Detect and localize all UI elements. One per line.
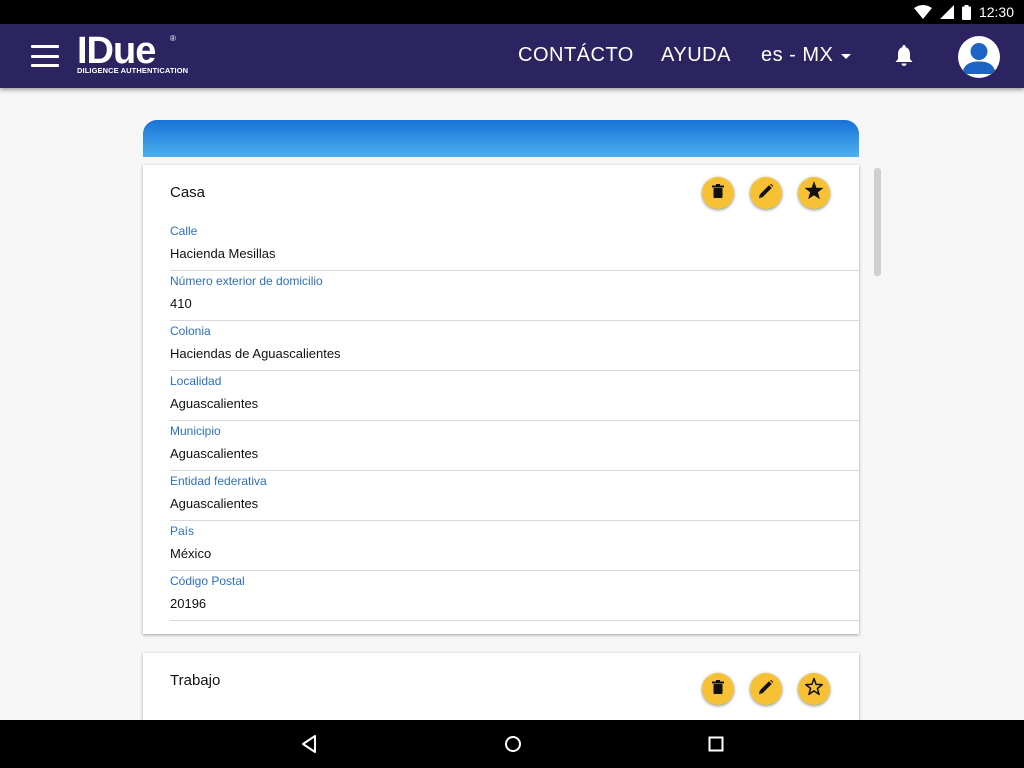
- address-fields: Calle Hacienda Mesillas Número exterior …: [170, 221, 859, 621]
- edit-address-button[interactable]: [750, 177, 782, 209]
- back-icon[interactable]: [300, 734, 318, 759]
- status-bar: 12:30: [0, 0, 1024, 24]
- battery-icon: [961, 4, 971, 20]
- delete-address-button[interactable]: [702, 673, 734, 705]
- logo[interactable]: IDue ® DILIGENCE AUTHENTICATION: [77, 32, 188, 75]
- home-icon[interactable]: [503, 734, 523, 759]
- signal-icon: [939, 5, 954, 19]
- registered-mark: ®: [170, 34, 176, 43]
- field-value: Aguascalientes: [170, 446, 259, 461]
- nav-contact-link[interactable]: CONTÁCTO: [518, 44, 634, 67]
- field-postal-code: Código Postal 20196: [170, 571, 859, 621]
- app-bar: IDue ® DILIGENCE AUTHENTICATION CONTÁCTO…: [0, 24, 1024, 88]
- address-title: Trabajo: [170, 672, 221, 689]
- field-value: Haciendas de Aguascalientes: [170, 346, 341, 361]
- field-value: México: [170, 546, 212, 561]
- pencil-icon: [759, 183, 774, 203]
- field-value: Aguascalientes: [170, 496, 259, 511]
- delete-address-button[interactable]: [702, 177, 734, 209]
- field-label: Calle: [170, 224, 198, 238]
- language-value: es - MX: [761, 44, 834, 66]
- wifi-icon: [913, 5, 932, 19]
- scrollbar[interactable]: [874, 168, 881, 276]
- field-street: Calle Hacienda Mesillas: [170, 221, 859, 271]
- field-label: País: [170, 524, 195, 538]
- trash-icon: [712, 679, 724, 699]
- field-label: Localidad: [170, 374, 222, 388]
- field-label: Municipio: [170, 424, 221, 438]
- system-nav-bar: [0, 720, 1024, 768]
- star-outline-icon: [804, 677, 824, 701]
- nav-help-link[interactable]: AYUDA: [661, 44, 731, 67]
- status-time: 12:30: [978, 4, 1014, 20]
- field-label: Número exterior de domicilio: [170, 274, 323, 288]
- edit-address-button[interactable]: [750, 673, 782, 705]
- field-value: Hacienda Mesillas: [170, 246, 276, 261]
- field-municipality: Municipio Aguascalientes: [170, 421, 859, 471]
- favorite-address-button[interactable]: [798, 673, 830, 705]
- bell-icon[interactable]: [893, 44, 915, 73]
- star-icon: [804, 181, 824, 205]
- recents-icon[interactable]: [707, 734, 725, 759]
- field-state: Entidad federativa Aguascalientes: [170, 471, 859, 521]
- address-title: Casa: [170, 184, 206, 201]
- field-neighborhood: Colonia Haciendas de Aguascalientes: [170, 321, 859, 371]
- brand-tagline: DILIGENCE AUTHENTICATION: [77, 66, 189, 75]
- chevron-down-icon: [841, 54, 852, 59]
- panel-header: [143, 120, 859, 157]
- address-actions: [702, 177, 830, 209]
- field-exterior-number: Número exterior de domicilio 410: [170, 271, 859, 321]
- address-card-home: Casa Calle Hacienda Mesillas Número exte…: [143, 165, 859, 634]
- favorite-address-button[interactable]: [798, 177, 830, 209]
- field-label: Colonia: [170, 324, 211, 338]
- field-label: Entidad federativa: [170, 474, 267, 488]
- field-value: 410: [170, 296, 192, 311]
- field-value: Aguascalientes: [170, 396, 259, 411]
- trash-icon: [712, 183, 724, 203]
- menu-icon[interactable]: [31, 45, 59, 67]
- field-country: País México: [170, 521, 859, 571]
- field-value: 20196: [170, 596, 207, 611]
- pencil-icon: [759, 679, 774, 699]
- field-locality: Localidad Aguascalientes: [170, 371, 859, 421]
- field-label: Código Postal: [170, 574, 245, 588]
- user-icon[interactable]: [958, 36, 1000, 78]
- language-selector[interactable]: es - MX: [761, 44, 852, 67]
- address-actions: [702, 673, 830, 705]
